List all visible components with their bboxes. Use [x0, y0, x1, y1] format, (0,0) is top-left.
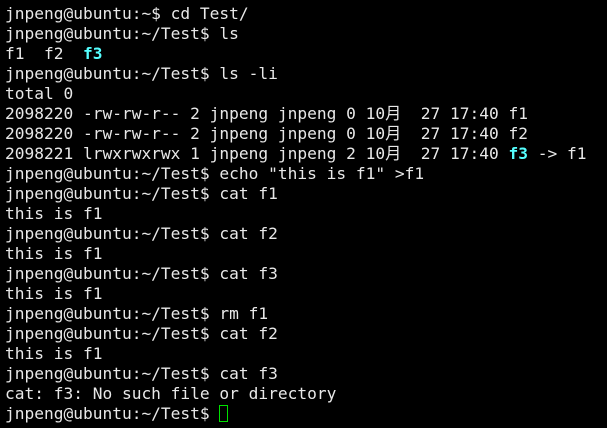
terminal-line: this is f1 [5, 204, 607, 224]
terminal-line: total 0 [5, 84, 607, 104]
terminal-text: f1 f2 [5, 44, 83, 63]
terminal-line: 2098220 -rw-rw-r-- 2 jnpeng jnpeng 0 10月… [5, 124, 607, 144]
terminal-line: 2098220 -rw-rw-r-- 2 jnpeng jnpeng 0 10月… [5, 104, 607, 124]
terminal-text: jnpeng@ubuntu:~/Test$ cat f2 [5, 324, 278, 343]
terminal-text: jnpeng@ubuntu:~/Test$ cat f3 [5, 264, 278, 283]
terminal-text: jnpeng@ubuntu:~$ cd Test/ [5, 4, 249, 23]
terminal-line: this is f1 [5, 244, 607, 264]
terminal-line: jnpeng@ubuntu:~/Test$ ls -li [5, 64, 607, 84]
terminal-text: this is f1 [5, 204, 103, 223]
terminal-line: f1 f2 f3 [5, 44, 607, 64]
terminal-line: jnpeng@ubuntu:~/Test$ cat f2 [5, 324, 607, 344]
terminal-line: jnpeng@ubuntu:~/Test$ cat f2 [5, 224, 607, 244]
terminal-text: 2098221 lrwxrwxrwx 1 jnpeng jnpeng 2 10月… [5, 144, 509, 163]
terminal-line: jnpeng@ubuntu:~/Test$ cat f3 [5, 364, 607, 384]
terminal-line: this is f1 [5, 344, 607, 364]
terminal-line: 2098221 lrwxrwxrwx 1 jnpeng jnpeng 2 10月… [5, 144, 607, 164]
terminal-text: jnpeng@ubuntu:~/Test$ rm f1 [5, 304, 269, 323]
terminal-text: this is f1 [5, 284, 103, 303]
terminal-text: cat: f3: No such file or directory [5, 384, 337, 403]
terminal-text: jnpeng@ubuntu:~/Test$ cat f3 [5, 364, 278, 383]
terminal-text: 2098220 -rw-rw-r-- 2 jnpeng jnpeng 0 10月… [5, 104, 528, 123]
terminal-text: total 0 [5, 84, 74, 103]
terminal-line: jnpeng@ubuntu:~/Test$ cat f1 [5, 184, 607, 204]
terminal-text: this is f1 [5, 244, 103, 263]
terminal-line: this is f1 [5, 284, 607, 304]
terminal-output: jnpeng@ubuntu:~$ cd Test/jnpeng@ubuntu:~… [5, 4, 607, 404]
terminal-text: 2098220 -rw-rw-r-- 2 jnpeng jnpeng 0 10月… [5, 124, 528, 143]
terminal-text: this is f1 [5, 344, 103, 363]
terminal-text: jnpeng@ubuntu:~/Test$ ls [5, 24, 239, 43]
terminal-text: jnpeng@ubuntu:~/Test$ cat f2 [5, 224, 278, 243]
terminal-text: -> f1 [527, 144, 587, 163]
terminal-text: jnpeng@ubuntu:~/Test$ ls -li [5, 64, 278, 83]
terminal-window[interactable]: jnpeng@ubuntu:~$ cd Test/jnpeng@ubuntu:~… [0, 0, 607, 428]
terminal-text: jnpeng@ubuntu:~/Test$ echo "this is f1" … [5, 164, 425, 183]
terminal-line: cat: f3: No such file or directory [5, 384, 607, 404]
terminal-line: jnpeng@ubuntu:~/Test$ ls [5, 24, 607, 44]
terminal-cursor[interactable] [219, 405, 229, 422]
symlink-name: f3 [508, 144, 528, 163]
shell-prompt: jnpeng@ubuntu:~/Test$ [5, 404, 220, 423]
terminal-line: jnpeng@ubuntu:~$ cd Test/ [5, 4, 607, 24]
terminal-text: jnpeng@ubuntu:~/Test$ cat f1 [5, 184, 278, 203]
terminal-prompt-line[interactable]: jnpeng@ubuntu:~/Test$ [5, 404, 607, 424]
terminal-line: jnpeng@ubuntu:~/Test$ cat f3 [5, 264, 607, 284]
terminal-line: jnpeng@ubuntu:~/Test$ rm f1 [5, 304, 607, 324]
symlink-name: f3 [82, 44, 103, 63]
terminal-line: jnpeng@ubuntu:~/Test$ echo "this is f1" … [5, 164, 607, 184]
